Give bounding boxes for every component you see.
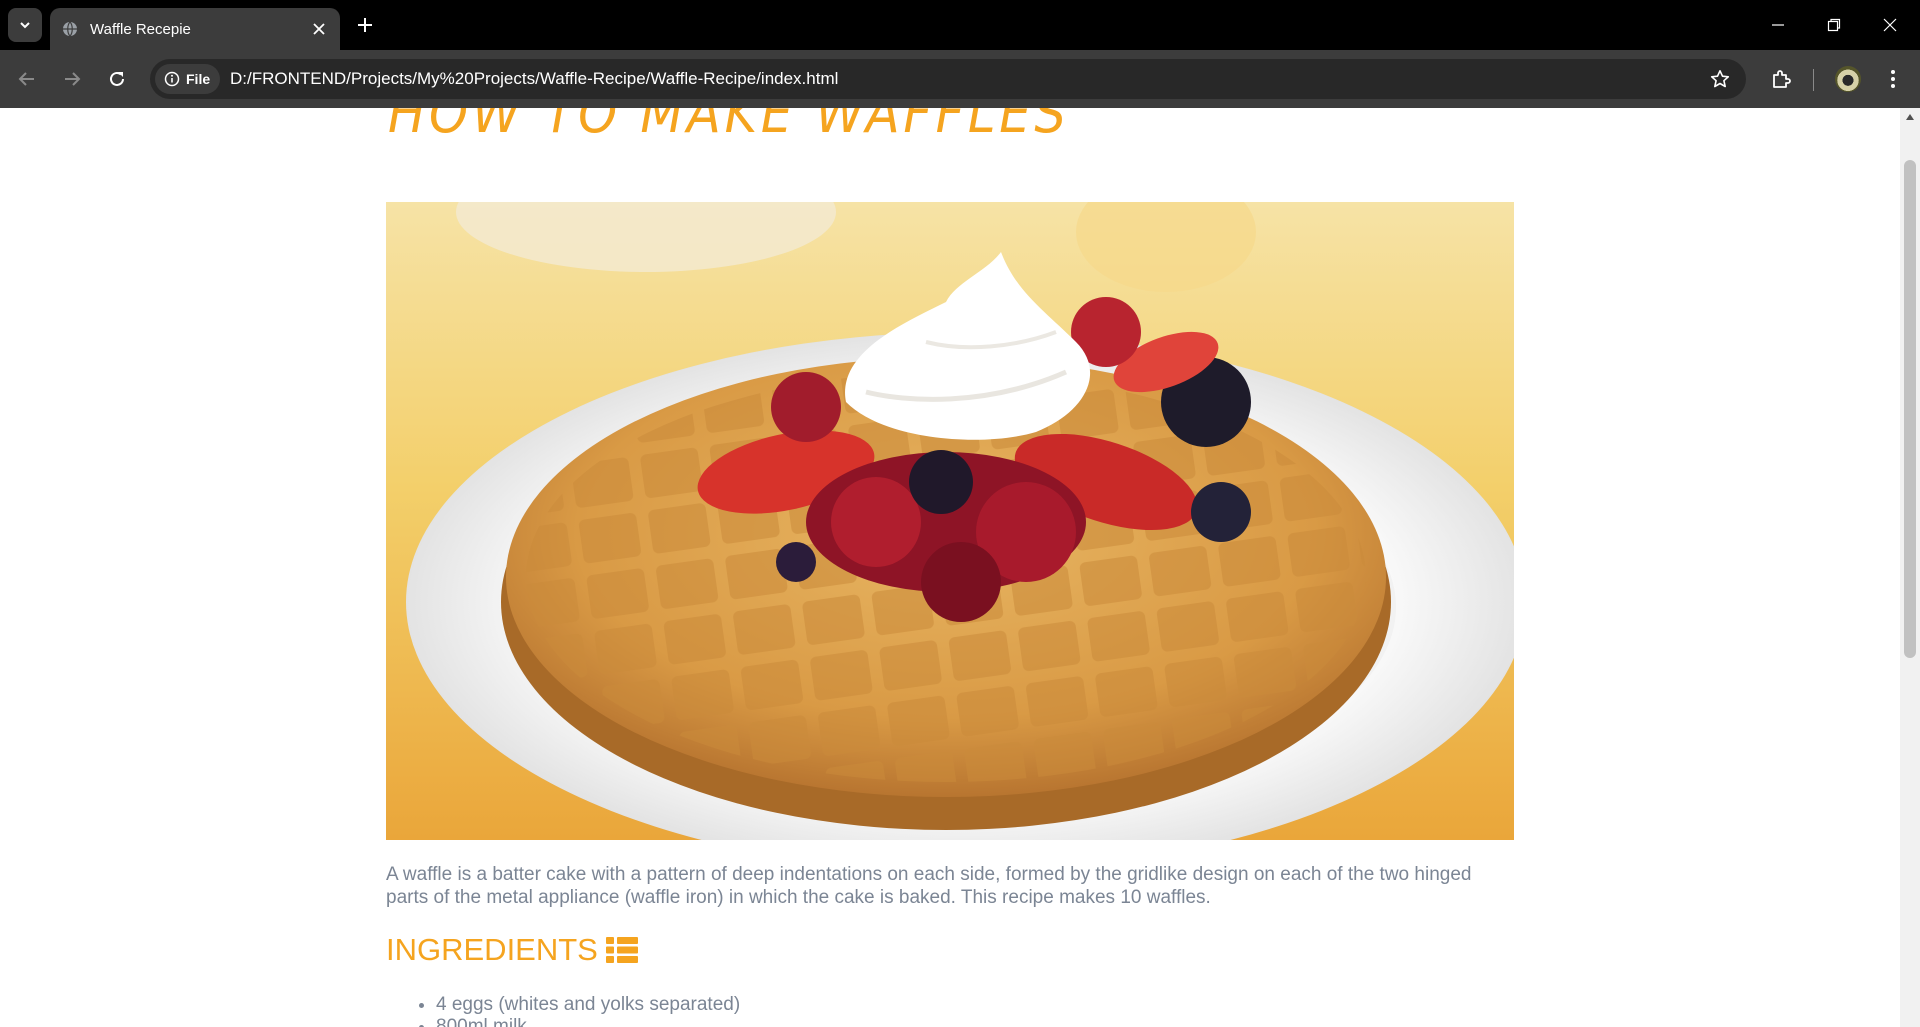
scrollbar-thumb[interactable] <box>1904 160 1916 658</box>
page-viewport: HOW TO MAKE WAFFLES A waffle is a batter… <box>0 108 1900 1027</box>
browser-tab[interactable]: Waffle Recepie <box>50 8 340 50</box>
chevron-down-icon <box>20 22 30 29</box>
ingredients-title: INGREDIENTS <box>386 932 598 967</box>
tab-title: Waffle Recepie <box>90 21 191 38</box>
info-icon <box>164 71 180 87</box>
list-icon <box>605 937 638 963</box>
puzzle-icon <box>1773 70 1791 88</box>
profile-avatar[interactable] <box>1835 66 1861 92</box>
arrow-left-icon <box>18 72 34 86</box>
scroll-up-button[interactable] <box>1900 108 1920 126</box>
reload-button[interactable] <box>100 62 134 96</box>
address-bar[interactable]: File D:/FRONTEND/Projects/My%20Projects/… <box>150 59 1746 99</box>
site-info-chip[interactable]: File <box>155 64 221 94</box>
window-close-button[interactable] <box>1862 0 1918 50</box>
caret-up-icon <box>1906 114 1914 120</box>
waffle-hero-image <box>386 202 1514 840</box>
back-button[interactable] <box>10 62 44 96</box>
menu-button[interactable] <box>1876 62 1910 96</box>
page-title: HOW TO MAKE WAFFLES <box>388 108 1070 145</box>
intro-paragraph: A waffle is a batter cake with a pattern… <box>386 864 1472 908</box>
restore-button[interactable] <box>1806 0 1862 50</box>
browser-toolbar: File D:/FRONTEND/Projects/My%20Projects/… <box>0 50 1920 108</box>
toolbar-separator <box>1813 69 1814 91</box>
bookmark-button[interactable] <box>1708 67 1732 91</box>
more-vert-icon <box>1891 70 1895 88</box>
site-info-label: File <box>186 71 211 87</box>
list-item: 4 eggs (whites and yolks separated) <box>436 994 740 1016</box>
reload-icon <box>110 71 124 86</box>
arrow-right-icon <box>65 72 81 86</box>
plus-icon <box>358 18 372 32</box>
url-text[interactable]: D:/FRONTEND/Projects/My%20Projects/Waffl… <box>230 69 838 89</box>
ingredients-list: 4 eggs (whites and yolks separated) 800m… <box>386 994 740 1027</box>
extensions-button[interactable] <box>1764 62 1798 96</box>
list-item: 800ml milk <box>436 1016 740 1027</box>
restore-icon <box>1827 18 1841 32</box>
tab-close-button[interactable] <box>308 18 330 40</box>
minimize-button[interactable] <box>1750 0 1806 50</box>
star-icon <box>1710 70 1730 88</box>
tab-search-button[interactable] <box>8 8 42 42</box>
forward-button[interactable] <box>55 62 89 96</box>
vertical-scrollbar[interactable] <box>1900 108 1920 1027</box>
close-icon <box>313 23 325 35</box>
minimize-icon <box>1772 24 1784 26</box>
new-tab-button[interactable] <box>350 10 380 40</box>
tab-strip: Waffle Recepie <box>0 0 1920 50</box>
close-icon <box>1883 18 1897 32</box>
ingredients-heading: INGREDIENTS <box>386 932 638 968</box>
globe-icon <box>63 21 77 37</box>
